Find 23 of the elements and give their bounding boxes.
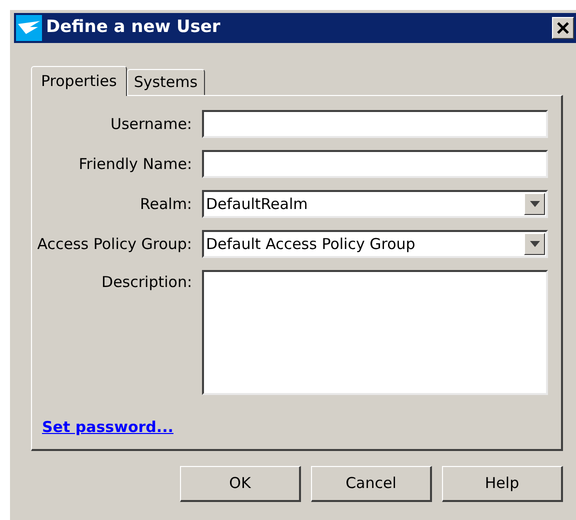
- close-button[interactable]: [552, 17, 574, 39]
- dropdown-field[interactable]: Default Access Policy Group: [202, 230, 548, 258]
- input-field[interactable]: [202, 110, 548, 138]
- set-password-link[interactable]: Set password...: [42, 418, 174, 436]
- description-field[interactable]: [202, 270, 548, 395]
- tab[interactable]: Properties: [31, 66, 127, 96]
- field-label: Access Policy Group:: [36, 234, 193, 255]
- field-label: Realm:: [138, 194, 193, 215]
- caret-icon: [530, 201, 540, 207]
- field-label: Username:: [109, 114, 193, 135]
- dropdown-field[interactable]: DefaultRealm: [202, 190, 548, 218]
- caret-icon: [530, 241, 540, 247]
- dropdown-button[interactable]: [524, 233, 545, 255]
- dialog-button[interactable]: Help: [442, 466, 563, 502]
- dialog-button[interactable]: Cancel: [311, 466, 432, 502]
- dropdown-button[interactable]: [524, 193, 545, 215]
- dialog-button[interactable]: OK: [180, 466, 301, 502]
- input-field[interactable]: [202, 150, 548, 178]
- tab[interactable]: Systems: [126, 69, 205, 95]
- window-title: Define a new User: [46, 16, 222, 40]
- field-label: Description:: [100, 272, 193, 293]
- close-icon: [557, 22, 569, 34]
- field-label: Friendly Name:: [78, 154, 193, 175]
